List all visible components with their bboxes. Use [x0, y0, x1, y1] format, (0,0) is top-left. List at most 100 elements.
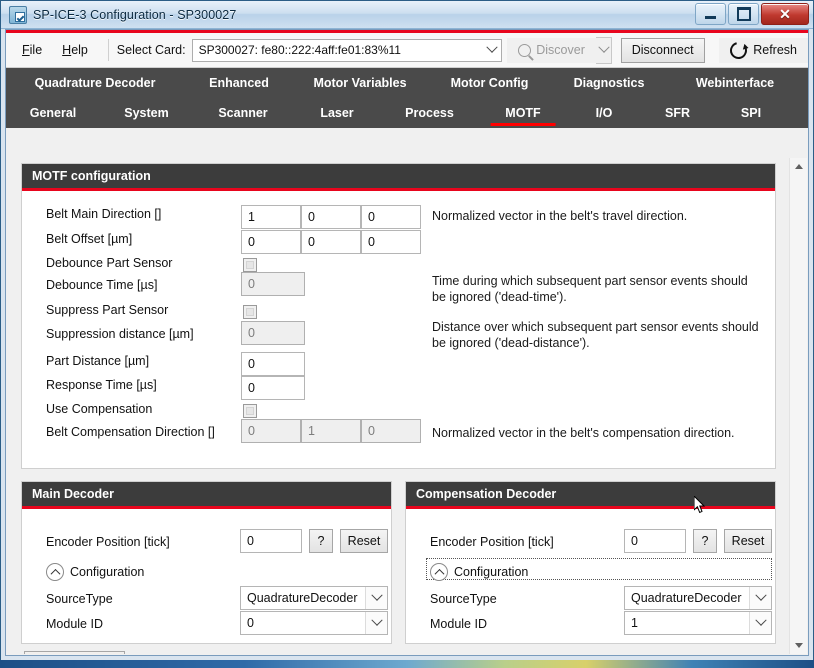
- menu-item-help[interactable]: Help: [52, 39, 98, 61]
- motf-vector-input[interactable]: 0: [361, 205, 421, 229]
- disconnect-button[interactable]: Disconnect: [620, 37, 705, 63]
- tab-motf[interactable]: MOTF: [478, 98, 568, 128]
- chevron-up-icon: [430, 563, 448, 581]
- tab-enhanced[interactable]: Enhanced: [184, 68, 294, 98]
- tab-label: General: [29, 106, 77, 120]
- motf-vector-input: 0: [361, 419, 421, 443]
- discover-button[interactable]: Discover: [507, 37, 596, 63]
- comp-configuration-expander[interactable]: Configuration: [430, 563, 528, 581]
- motf-checkbox[interactable]: [243, 305, 257, 319]
- comp-encoder-reset-button[interactable]: Reset: [724, 529, 772, 553]
- main-encoder-reset-button[interactable]: Reset: [340, 529, 388, 553]
- motf-vector-input[interactable]: 0: [301, 205, 361, 229]
- tab-row-secondary: General System Scanner Laser Process MOTF I/O S…: [6, 98, 808, 128]
- main-module-id-label: Module ID: [46, 617, 103, 631]
- tab-laser[interactable]: Laser: [293, 98, 381, 128]
- tab-spi[interactable]: SPI: [715, 98, 787, 128]
- tab-system[interactable]: System: [100, 98, 193, 128]
- tab-motor-variables[interactable]: Motor Variables: [294, 68, 426, 98]
- minimize-button[interactable]: [695, 3, 726, 25]
- motf-text-input[interactable]: 0: [241, 352, 305, 376]
- maximize-icon: [736, 7, 751, 21]
- chevron-down-icon: [794, 643, 803, 648]
- tab-label: SPI: [740, 106, 762, 120]
- tab-bars: Quadrature Decoder Enhanced Motor Variable…: [6, 68, 808, 128]
- comp-module-id-label: Module ID: [430, 617, 487, 631]
- motf-vector-input[interactable]: 0: [361, 230, 421, 254]
- tab-webinterface[interactable]: Webinterface: [665, 68, 805, 98]
- main-decoder-title: Main Decoder: [22, 482, 391, 506]
- main-decoder-body: Encoder Position [tick] 0 ? Reset Config…: [22, 509, 391, 643]
- comp-source-type-select[interactable]: QuadratureDecoder: [624, 586, 772, 610]
- scroll-up-button[interactable]: [790, 158, 807, 175]
- tab-label: Webinterface: [695, 76, 775, 90]
- close-button[interactable]: ✕: [761, 3, 809, 25]
- tab-motor-config[interactable]: Motor Config: [426, 68, 553, 98]
- comp-module-id-value: 1: [631, 616, 638, 630]
- motf-row-label: Part Distance [µm]: [46, 354, 150, 368]
- vertical-scrollbar[interactable]: [789, 158, 807, 654]
- refresh-button[interactable]: Refresh: [719, 37, 808, 63]
- window-title: SP-ICE-3 Configuration - SP300027: [33, 7, 237, 22]
- motf-vector-input[interactable]: 1: [241, 205, 301, 229]
- chevron-down-icon: [484, 40, 501, 61]
- motf-vector-input[interactable]: 0: [301, 230, 361, 254]
- comp-encoder-position-label: Encoder Position [tick]: [430, 535, 554, 549]
- tab-process[interactable]: Process: [381, 98, 478, 128]
- main-source-type-select[interactable]: QuadratureDecoder: [240, 586, 388, 610]
- scroll-content: MOTF configuration Belt Main Direction […: [7, 158, 790, 654]
- scroll-down-button[interactable]: [790, 637, 807, 654]
- tab-sfr[interactable]: SFR: [640, 98, 715, 128]
- comp-encoder-help-button[interactable]: ?: [693, 529, 717, 553]
- refresh-label: Refresh: [753, 43, 797, 57]
- motf-text-input: 0: [241, 321, 305, 345]
- chevron-down-icon: [749, 612, 771, 634]
- select-card-combobox[interactable]: SP300027: fe80::222:4aff:fe01:83%11: [191, 38, 502, 62]
- motf-checkbox[interactable]: [243, 258, 257, 272]
- window-controls: ✕: [695, 3, 809, 25]
- compensation-decoder-group: Compensation Decoder Encoder Position [t…: [405, 481, 776, 644]
- menu-item-file[interactable]: File: [12, 39, 52, 61]
- tab-label: MOTF: [505, 106, 541, 120]
- motf-checkbox[interactable]: [243, 404, 257, 418]
- tab-general[interactable]: General: [6, 98, 100, 128]
- main-configuration-expander[interactable]: Configuration: [46, 563, 144, 581]
- tab-label: Motor Config: [450, 76, 529, 90]
- tab-diagnostics[interactable]: Diagnostics: [553, 68, 665, 98]
- motf-row-label: Belt Compensation Direction []: [46, 425, 215, 439]
- tab-quadrature-decoder[interactable]: Quadrature Decoder: [6, 68, 184, 98]
- motf-row-label: Suppress Part Sensor: [46, 303, 169, 317]
- maximize-button[interactable]: [728, 3, 759, 25]
- main-encoder-position-input[interactable]: 0: [240, 529, 302, 553]
- main-source-type-value: QuadratureDecoder: [247, 591, 358, 605]
- upload-to-card-button[interactable]: Upload to card: [24, 651, 125, 654]
- tab-label: Diagnostics: [573, 76, 645, 90]
- main-encoder-help-button[interactable]: ?: [309, 529, 333, 553]
- main-encoder-position-label: Encoder Position [tick]: [46, 535, 170, 549]
- app-icon: [9, 5, 27, 24]
- comp-module-id-select[interactable]: 1: [624, 611, 772, 635]
- main-decoder-group: Main Decoder Encoder Position [tick] 0 ?…: [21, 481, 392, 644]
- discover-label: Discover: [536, 43, 585, 57]
- motf-vector-input[interactable]: 0: [241, 230, 301, 254]
- motf-text-input[interactable]: 0: [241, 376, 305, 400]
- application-window: SP-ICE-3 Configuration - SP300027 ✕ File…: [0, 0, 814, 661]
- select-card-label: Select Card:: [116, 43, 186, 57]
- motf-vector-input: 0: [241, 419, 301, 443]
- tab-i-o[interactable]: I/O: [568, 98, 640, 128]
- motf-row-description: Normalized vector in the belt's travel d…: [432, 209, 688, 223]
- motf-configuration-group: MOTF configuration Belt Main Direction […: [21, 163, 776, 469]
- compensation-decoder-title: Compensation Decoder: [406, 482, 775, 506]
- discover-dropdown-button[interactable]: [595, 36, 613, 64]
- close-icon: ✕: [779, 6, 791, 22]
- content-area: MOTF configuration Belt Main Direction […: [7, 158, 807, 654]
- motf-group-body: Belt Main Direction [] 1 0 0 Normalized vect…: [22, 191, 775, 468]
- refresh-icon: [727, 38, 751, 62]
- main-module-id-select[interactable]: 0: [240, 611, 388, 635]
- comp-source-type-label: SourceType: [430, 592, 497, 606]
- tab-label: SFR: [665, 106, 690, 120]
- comp-encoder-position-input[interactable]: 0: [624, 529, 686, 553]
- motf-text-input: 0: [241, 272, 305, 296]
- tab-scanner[interactable]: Scanner: [193, 98, 293, 128]
- chevron-down-icon: [365, 587, 387, 609]
